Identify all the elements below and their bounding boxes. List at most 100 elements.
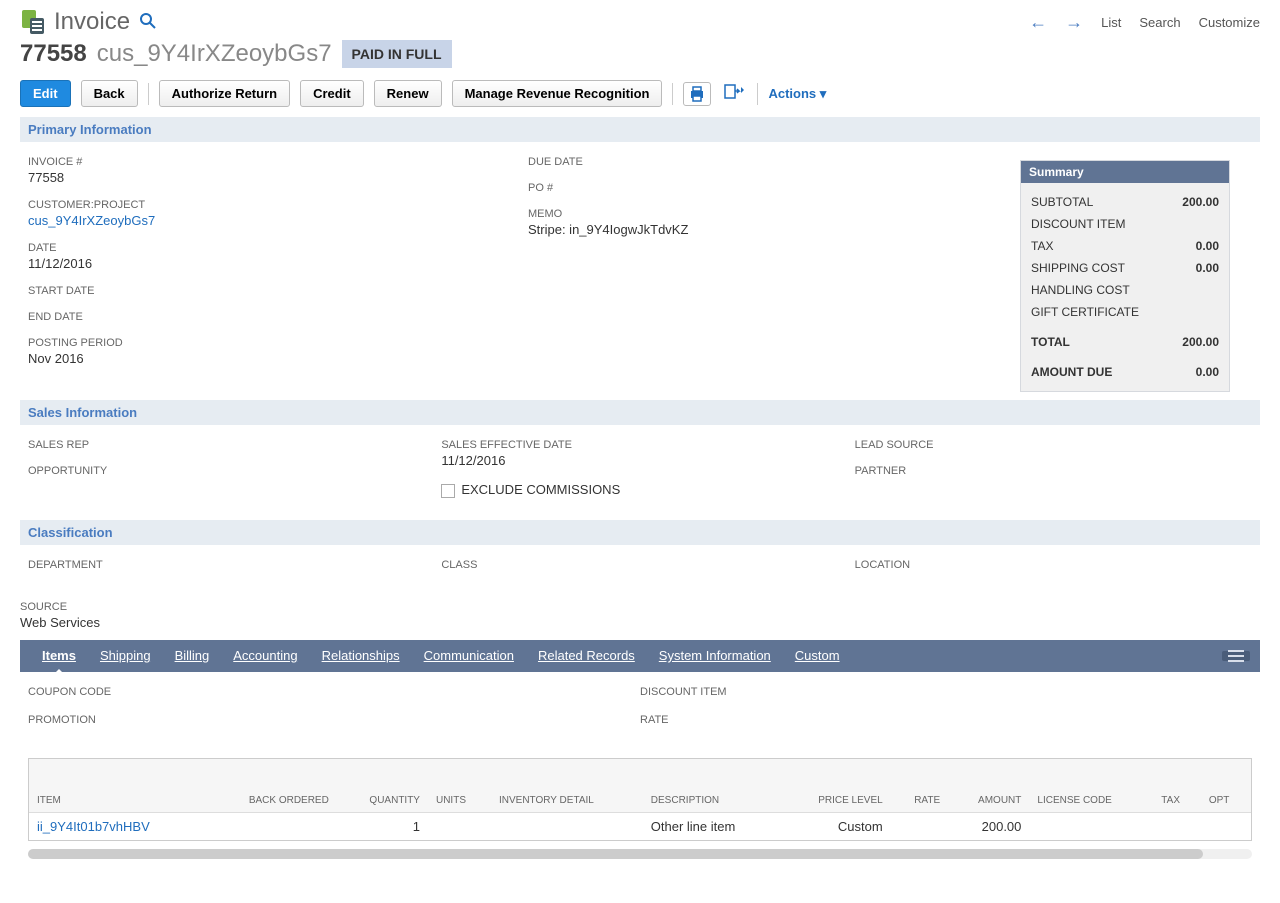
customer-project-link[interactable]: cus_9Y4IrXZeoybGs7 bbox=[28, 213, 520, 228]
exclude-commissions-checkbox[interactable] bbox=[441, 484, 455, 498]
col-price-level: PRICE LEVEL bbox=[780, 759, 890, 813]
manage-revenue-button[interactable]: Manage Revenue Recognition bbox=[452, 80, 663, 107]
tab-communication[interactable]: Communication bbox=[412, 642, 526, 669]
date-value: 11/12/2016 bbox=[28, 256, 520, 271]
back-button[interactable]: Back bbox=[81, 80, 138, 107]
actions-dropdown[interactable]: Actions ▾ bbox=[768, 86, 826, 102]
col-license-code: LICENSE CODE bbox=[1029, 759, 1153, 813]
line-quantity: 1 bbox=[337, 812, 428, 840]
edit-button[interactable]: Edit bbox=[20, 80, 71, 107]
forward-arrow-icon[interactable]: → bbox=[1065, 12, 1083, 33]
horizontal-scrollbar[interactable] bbox=[28, 849, 1252, 859]
discount-label: DISCOUNT ITEM bbox=[1031, 217, 1125, 231]
class-label: CLASS bbox=[441, 559, 846, 571]
line-description: Other line item bbox=[643, 812, 781, 840]
rate-label: RATE bbox=[640, 714, 1252, 726]
line-units bbox=[428, 812, 491, 840]
subtotal-label: SUBTOTAL bbox=[1031, 195, 1093, 209]
invoice-num-value: 77558 bbox=[28, 170, 520, 185]
toolbar: Edit Back Authorize Return Credit Renew … bbox=[0, 76, 1280, 117]
po-label: PO # bbox=[528, 182, 1020, 194]
section-primary-header: Primary Information bbox=[20, 117, 1260, 142]
page-title: Invoice bbox=[54, 8, 130, 36]
shipping-value: 0.00 bbox=[1196, 261, 1219, 275]
tab-billing[interactable]: Billing bbox=[163, 642, 222, 669]
renew-button[interactable]: Renew bbox=[374, 80, 442, 107]
line-items-table: ITEM BACK ORDERED QUANTITY UNITS INVENTO… bbox=[28, 758, 1252, 841]
exclude-commissions-label: EXCLUDE COMMISSIONS bbox=[461, 482, 620, 497]
memo-value: Stripe: in_9Y4IogwJkTdvKZ bbox=[528, 222, 1020, 237]
source-value: Web Services bbox=[20, 615, 1260, 630]
authorize-return-button[interactable]: Authorize Return bbox=[159, 80, 290, 107]
search-icon[interactable] bbox=[140, 13, 156, 32]
col-rate: RATE bbox=[891, 759, 948, 813]
divider bbox=[757, 83, 758, 105]
section-sales-header: Sales Information bbox=[20, 400, 1260, 425]
total-label: TOTAL bbox=[1031, 335, 1070, 349]
posting-period-label: POSTING PERIOD bbox=[28, 337, 520, 349]
col-inventory-detail: INVENTORY DETAIL bbox=[491, 759, 643, 813]
col-units: UNITS bbox=[428, 759, 491, 813]
nav-customize[interactable]: Customize bbox=[1199, 15, 1260, 30]
tab-system-information[interactable]: System Information bbox=[647, 642, 783, 669]
promotion-label: PROMOTION bbox=[28, 714, 640, 726]
location-label: LOCATION bbox=[855, 559, 1260, 571]
sales-rep-label: SALES REP bbox=[28, 439, 433, 451]
nav-list[interactable]: List bbox=[1101, 15, 1121, 30]
total-value: 200.00 bbox=[1182, 335, 1219, 349]
summary-box: Summary SUBTOTAL 200.00 DISCOUNT ITEM TAX… bbox=[1020, 160, 1230, 392]
amount-due-value: 0.00 bbox=[1196, 365, 1219, 379]
line-item-link[interactable]: ii_9Y4It01b7vhHBV bbox=[29, 812, 205, 840]
tab-relationships[interactable]: Relationships bbox=[310, 642, 412, 669]
col-back-ordered: BACK ORDERED bbox=[205, 759, 337, 813]
credit-button[interactable]: Credit bbox=[300, 80, 364, 107]
department-label: DEPARTMENT bbox=[28, 559, 433, 571]
back-arrow-icon[interactable]: ← bbox=[1029, 12, 1047, 33]
print-icon[interactable] bbox=[683, 82, 711, 106]
date-label: DATE bbox=[28, 242, 520, 254]
invoice-num-label: INVOICE # bbox=[28, 156, 520, 168]
memo-label: MEMO bbox=[528, 208, 1020, 220]
tab-related-records[interactable]: Related Records bbox=[526, 642, 647, 669]
chevron-down-icon: ▾ bbox=[820, 86, 827, 101]
line-inventory-detail bbox=[491, 812, 643, 840]
attach-icon[interactable] bbox=[721, 81, 747, 106]
customer-project-label: CUSTOMER:PROJECT bbox=[28, 199, 520, 211]
line-rate bbox=[891, 812, 948, 840]
tab-items[interactable]: Items bbox=[30, 642, 88, 669]
summary-title: Summary bbox=[1021, 161, 1229, 183]
discount-item-label: DISCOUNT ITEM bbox=[640, 686, 1252, 698]
source-label: SOURCE bbox=[20, 601, 1260, 613]
tax-label: TAX bbox=[1031, 239, 1053, 253]
line-price-level: Custom bbox=[780, 812, 890, 840]
sales-eff-date-value: 11/12/2016 bbox=[441, 453, 846, 468]
posting-period-value: Nov 2016 bbox=[28, 351, 520, 366]
line-back-ordered bbox=[205, 812, 337, 840]
line-opt bbox=[1201, 812, 1251, 840]
section-classification-header: Classification bbox=[20, 520, 1260, 545]
divider bbox=[148, 83, 149, 105]
line-amount: 200.00 bbox=[948, 812, 1029, 840]
col-amount: AMOUNT bbox=[948, 759, 1029, 813]
subtab-bar: Items Shipping Billing Accounting Relati… bbox=[20, 640, 1260, 672]
table-row[interactable]: ii_9Y4It01b7vhHBV 1 Other line item Cust… bbox=[29, 812, 1251, 840]
sales-eff-date-label: SALES EFFECTIVE DATE bbox=[441, 439, 846, 451]
line-license-code bbox=[1029, 812, 1153, 840]
invoice-page-icon bbox=[20, 8, 48, 36]
col-quantity: QUANTITY bbox=[337, 759, 428, 813]
due-date-label: DUE DATE bbox=[528, 156, 1020, 168]
partner-label: PARTNER bbox=[855, 465, 1260, 477]
start-date-label: START DATE bbox=[28, 285, 520, 297]
status-badge: PAID IN FULL bbox=[342, 40, 452, 68]
customer-id: cus_9Y4IrXZeoybGs7 bbox=[97, 40, 332, 68]
invoice-number: 77558 bbox=[20, 40, 87, 68]
tab-accounting[interactable]: Accounting bbox=[221, 642, 309, 669]
gift-label: GIFT CERTIFICATE bbox=[1031, 305, 1139, 319]
handling-label: HANDLING COST bbox=[1031, 283, 1130, 297]
tab-menu-icon[interactable] bbox=[1222, 651, 1250, 661]
col-opt: OPT bbox=[1201, 759, 1251, 813]
tab-custom[interactable]: Custom bbox=[783, 642, 852, 669]
nav-search[interactable]: Search bbox=[1139, 15, 1180, 30]
tab-shipping[interactable]: Shipping bbox=[88, 642, 163, 669]
line-tax bbox=[1153, 812, 1201, 840]
